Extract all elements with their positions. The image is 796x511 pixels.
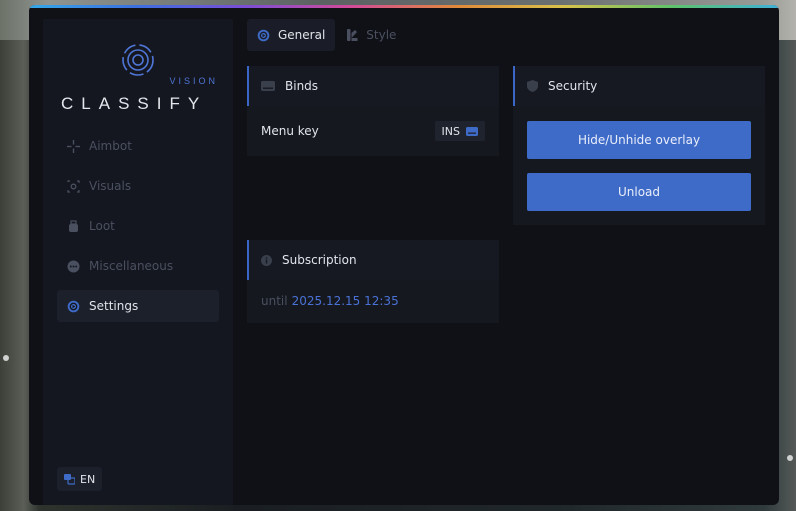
app-window: VISION CLASSIFY Aimbot Visuals Loot Misc… (29, 5, 779, 505)
eye-icon (66, 179, 80, 193)
tab-bar: General Style (247, 19, 408, 51)
shield-icon (527, 80, 538, 92)
ellipsis-icon (66, 259, 80, 273)
unload-button[interactable]: Unload (527, 173, 751, 211)
menu-key-value: INS (441, 124, 460, 138)
gear-icon (257, 29, 270, 42)
tab-general[interactable]: General (247, 19, 336, 51)
sidebar-item-aimbot[interactable]: Aimbot (57, 130, 219, 162)
sidebar-item-label: Visuals (89, 179, 132, 193)
sidebar-nav: Aimbot Visuals Loot Miscellaneous Settin… (57, 130, 219, 330)
subscription-title: Subscription (282, 253, 357, 267)
keyboard-icon (261, 81, 275, 91)
sidebar-item-label: Settings (89, 299, 139, 313)
security-header: Security (513, 66, 765, 106)
hide-unhide-overlay-button[interactable]: Hide/Unhide overlay (527, 121, 751, 159)
binds-header: Binds (247, 66, 499, 106)
gear-icon (66, 299, 80, 313)
security-title: Security (548, 79, 598, 93)
paint-icon (347, 29, 358, 41)
subscription-prefix: until (261, 294, 288, 308)
background-dot (3, 355, 9, 361)
security-panel: Security Hide/Unhide overlay Unload (513, 66, 765, 225)
menu-key-binder[interactable]: INS (434, 121, 485, 141)
rainbow-accent-bar (29, 5, 779, 8)
sidebar: VISION CLASSIFY Aimbot Visuals Loot Misc… (43, 19, 233, 505)
subscription-expiry: until 2025.12.15 12:35 (247, 280, 499, 322)
translate-icon (64, 473, 75, 485)
logo-title: CLASSIFY (61, 94, 208, 113)
crosshair-icon (66, 139, 80, 153)
menu-key-label: Menu key (261, 124, 319, 138)
binds-title: Binds (285, 79, 319, 93)
subscription-date: 2025.12.15 12:35 (291, 294, 399, 308)
sidebar-item-label: Aimbot (89, 139, 132, 153)
tab-style[interactable]: Style (337, 19, 406, 51)
tab-label: Style (366, 28, 397, 42)
bag-icon (66, 219, 80, 233)
sidebar-item-visuals[interactable]: Visuals (57, 170, 219, 202)
language-label: EN (80, 472, 96, 486)
sidebar-item-loot[interactable]: Loot (57, 210, 219, 242)
background-dot (787, 455, 793, 461)
binds-panel: Binds Menu key INS (247, 66, 499, 156)
subscription-header: Subscription (247, 240, 499, 280)
menu-key-row: Menu key INS (247, 106, 499, 156)
language-selector[interactable]: EN (57, 467, 103, 491)
sidebar-item-label: Miscellaneous (89, 259, 174, 273)
sidebar-item-miscellaneous[interactable]: Miscellaneous (57, 250, 219, 282)
tab-label: General (278, 28, 326, 42)
sidebar-item-label: Loot (89, 219, 115, 233)
sidebar-item-settings[interactable]: Settings (57, 290, 219, 322)
info-icon (261, 254, 272, 266)
logo-icon (122, 44, 154, 76)
logo-subtitle: VISION (169, 76, 218, 86)
keyboard-icon (466, 126, 478, 136)
subscription-panel: Subscription until 2025.12.15 12:35 (247, 240, 499, 323)
